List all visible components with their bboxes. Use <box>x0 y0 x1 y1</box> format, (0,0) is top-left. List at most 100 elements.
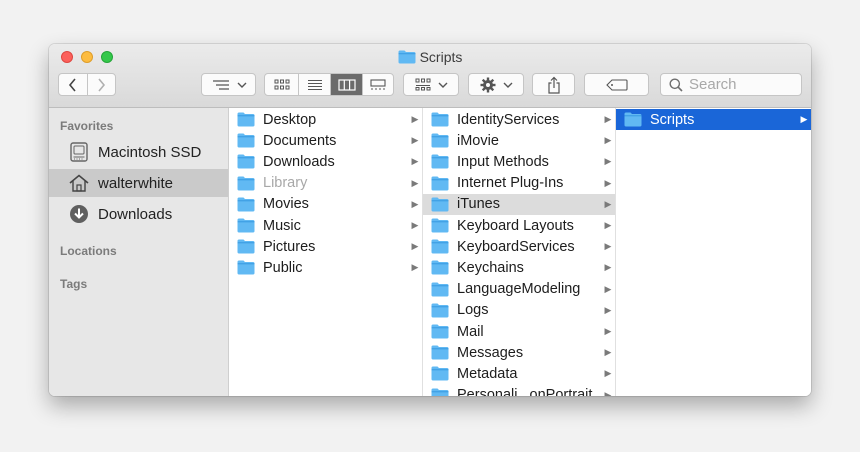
favorites-heading: Favorites <box>60 119 114 133</box>
folder-row[interactable]: Music ▶ <box>229 215 422 236</box>
locations-heading[interactable]: Locations <box>60 244 117 258</box>
list-view-icon <box>307 79 322 90</box>
tag-icon <box>605 78 628 91</box>
folder-name: Metadata <box>457 365 518 382</box>
folder-row[interactable]: Messages ▶ <box>423 342 615 363</box>
finder-window: Scripts Search Favorites Macintosh SSD w… <box>49 44 811 396</box>
arrange-button[interactable] <box>201 73 256 96</box>
folder-row[interactable]: Desktop ▶ <box>229 109 422 130</box>
folder-icon <box>237 239 255 254</box>
folder-icon <box>431 345 449 360</box>
folder-row[interactable]: Scripts ▶ <box>616 109 811 130</box>
disclosure-arrow-icon: ▶ <box>604 283 612 294</box>
folder-icon <box>431 260 449 275</box>
folder-icon <box>431 324 449 339</box>
view-mode-control <box>264 73 394 96</box>
arrange-menu-icon <box>212 79 229 90</box>
folder-icon <box>431 282 449 297</box>
folder-name: Mail <box>457 323 484 340</box>
folder-row[interactable]: iTunes ▶ <box>423 193 615 215</box>
folder-name: Music <box>263 217 301 234</box>
itunes-column[interactable]: Scripts ▶ <box>616 108 811 396</box>
tags-heading[interactable]: Tags <box>60 277 87 291</box>
folder-row[interactable]: Internet Plug-Ins ▶ <box>423 173 615 194</box>
list-view-button[interactable] <box>298 74 330 95</box>
folder-row[interactable]: Movies ▶ <box>229 194 422 215</box>
folder-icon <box>237 176 255 191</box>
share-icon <box>547 76 560 94</box>
column-view-button[interactable] <box>330 74 362 95</box>
icon-view-icon <box>274 79 289 90</box>
folder-row[interactable]: Library ▶ <box>229 173 422 194</box>
folder-row[interactable]: Keyboard Layouts ▶ <box>423 215 615 236</box>
folder-icon <box>237 260 255 275</box>
folder-name: Keychains <box>457 259 524 276</box>
folder-name: Pictures <box>263 238 316 255</box>
back-button[interactable] <box>59 74 87 95</box>
gallery-view-button[interactable] <box>362 74 393 95</box>
action-button[interactable] <box>468 73 524 96</box>
disclosure-arrow-icon: ▶ <box>604 177 612 188</box>
tags-button[interactable] <box>584 73 649 96</box>
folder-name: Personali...onPortrait <box>457 387 593 396</box>
folder-icon <box>431 197 449 212</box>
disclosure-arrow-icon: ▶ <box>411 114 419 124</box>
disk-icon <box>69 142 89 162</box>
folder-row[interactable]: KeyboardServices ▶ <box>423 236 615 257</box>
disclosure-arrow-icon: ▶ <box>604 326 612 336</box>
folder-name: Public <box>263 259 303 276</box>
folder-icon <box>431 388 449 396</box>
disclosure-arrow-icon: ▶ <box>800 114 808 124</box>
folder-icon <box>237 218 255 233</box>
folder-row[interactable]: Input Methods ▶ <box>423 151 615 172</box>
folder-name: KeyboardServices <box>457 238 575 255</box>
folder-name: Keyboard Layouts <box>457 217 574 234</box>
folder-row[interactable]: Public ▶ <box>229 257 422 278</box>
folder-name: Downloads <box>263 153 335 170</box>
downloads-icon <box>69 204 89 224</box>
group-by-icon <box>415 78 430 91</box>
gear-icon <box>480 77 495 92</box>
folder-row[interactable]: LanguageModeling ▶ <box>423 279 615 300</box>
disclosure-arrow-icon: ▶ <box>411 220 419 230</box>
sidebar-item-downloads[interactable]: Downloads <box>49 200 228 228</box>
folder-icon <box>237 197 255 212</box>
disclosure-arrow-icon: ▶ <box>411 262 419 273</box>
library-column[interactable]: IdentityServices ▶ iMovie ▶ Input Methods ▶ In… <box>423 108 616 396</box>
folder-icon <box>431 154 449 169</box>
group-button[interactable] <box>403 73 459 96</box>
sidebar-item-label: Macintosh SSD <box>98 143 202 161</box>
folder-row[interactable]: Mail ▶ <box>423 321 615 342</box>
icon-view-button[interactable] <box>265 74 298 95</box>
folder-icon <box>431 218 449 233</box>
folder-row[interactable]: Pictures ▶ <box>229 236 422 257</box>
home-column[interactable]: Desktop ▶ Documents ▶ Downloads ▶ Library ▶ Movi… <box>229 108 423 396</box>
sidebar-item-macintosh-ssd[interactable]: Macintosh SSD <box>49 138 228 166</box>
folder-row[interactable]: iMovie ▶ <box>423 130 615 151</box>
home-icon <box>69 173 89 193</box>
folder-name: Documents <box>263 132 337 149</box>
folder-row[interactable]: Downloads ▶ <box>229 151 422 172</box>
sidebar-item-walterwhite[interactable]: walterwhite <box>49 169 228 197</box>
folder-row[interactable]: Metadata ▶ <box>423 363 615 384</box>
folder-name: Scripts <box>650 111 695 128</box>
folder-icon <box>398 50 416 64</box>
forward-button[interactable] <box>86 74 115 95</box>
chevron-down-icon <box>438 82 447 88</box>
share-button[interactable] <box>532 73 575 96</box>
folder-row[interactable]: Logs ▶ <box>423 300 615 321</box>
search-field[interactable] <box>660 73 802 96</box>
folder-icon <box>431 366 449 381</box>
disclosure-arrow-icon: ▶ <box>604 220 612 230</box>
folder-row[interactable]: Documents ▶ <box>229 130 422 151</box>
folder-row[interactable]: Personali...onPortrait ▶ <box>423 385 615 396</box>
folder-row[interactable]: IdentityServices ▶ <box>423 109 615 130</box>
folder-row[interactable]: Keychains ▶ <box>423 257 615 278</box>
search-input[interactable] <box>689 76 789 93</box>
window-title: Scripts <box>49 49 811 65</box>
folder-name: iTunes <box>457 196 500 213</box>
folder-icon <box>431 112 449 127</box>
folder-icon <box>624 112 642 127</box>
chevron-down-icon <box>237 82 246 88</box>
disclosure-arrow-icon: ▶ <box>411 135 419 146</box>
